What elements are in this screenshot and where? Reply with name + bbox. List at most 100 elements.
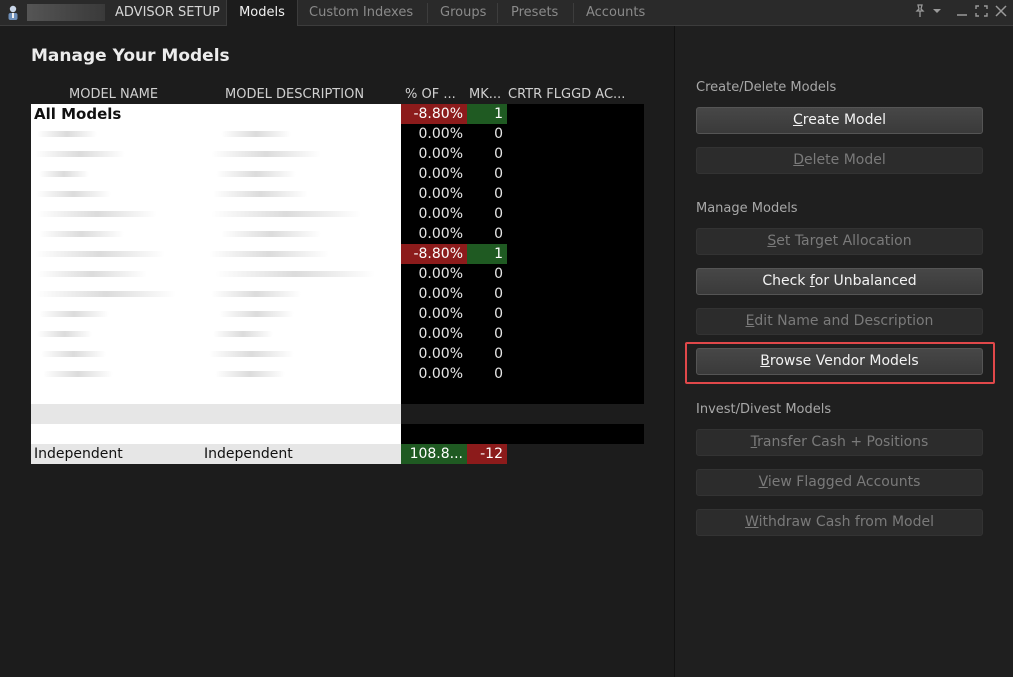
table-row[interactable]: 0.00% 0 [31, 264, 644, 284]
mnemonic: C [792, 112, 803, 128]
tab-models[interactable]: Models [226, 0, 298, 26]
pct-cell: -8.80% [401, 244, 467, 264]
table-row[interactable]: 0.00% 0 [31, 204, 644, 224]
mnemonic: B [760, 353, 770, 369]
button-label: ithdraw Cash from Model [758, 514, 934, 530]
mkt-cell: 0 [467, 144, 507, 164]
table-row-independent[interactable]: Independent Independent 108.8... -12 [31, 444, 644, 464]
rest-cell [507, 224, 644, 244]
button-label: et Target Allocation [776, 233, 912, 249]
pct-cell: 0.00% [401, 324, 467, 344]
create-model-button[interactable]: Create Model [696, 107, 983, 134]
table-row[interactable]: 0.00% 0 [31, 324, 644, 344]
table-row-empty [31, 404, 644, 424]
tab-presets[interactable]: Presets [511, 0, 558, 25]
table-row[interactable]: -8.80% 1 [31, 244, 644, 264]
minimize-icon[interactable] [956, 4, 968, 23]
column-header-rest[interactable]: CRTR FLGGD AC... [508, 87, 625, 102]
model-name-cell-redacted [31, 204, 201, 224]
mkt-cell: 1 [467, 104, 507, 124]
button-label: Check [762, 273, 810, 289]
model-description-cell-redacted [201, 284, 401, 304]
model-description-cell-redacted [201, 164, 401, 184]
rest-cell [507, 324, 644, 344]
chevron-down-icon[interactable] [932, 4, 942, 23]
maximize-icon[interactable] [975, 4, 988, 23]
model-name-cell-redacted [31, 304, 201, 324]
model-description-cell-redacted [201, 204, 401, 224]
empty-cell [401, 404, 644, 424]
table-row-all-models[interactable]: All Models -8.80% 1 [31, 104, 644, 124]
section-label-manage: Manage Models [696, 201, 798, 216]
transfer-cash-positions-button[interactable]: Transfer Cash + Positions [696, 429, 983, 456]
tab-custom-indexes[interactable]: Custom Indexes [309, 0, 413, 25]
tab-separator [427, 3, 428, 23]
rest-cell [507, 264, 644, 284]
tab-accounts[interactable]: Accounts [586, 0, 645, 25]
browse-vendor-models-button[interactable]: Browse Vendor Models [696, 348, 983, 375]
section-label-invest-divest: Invest/Divest Models [696, 402, 832, 417]
edit-name-description-button[interactable]: Edit Name and Description [696, 308, 983, 335]
model-description-cell-redacted [201, 244, 401, 264]
pct-cell: 0.00% [401, 284, 467, 304]
advisor-icon [8, 5, 18, 20]
mkt-cell: 0 [467, 264, 507, 284]
table-row[interactable]: 0.00% 0 [31, 184, 644, 204]
table-row[interactable]: 0.00% 0 [31, 304, 644, 324]
rest-cell [507, 204, 644, 224]
table-row[interactable]: 0.00% 0 [31, 164, 644, 184]
account-selector[interactable] [27, 4, 105, 21]
models-panel: Manage Your Models MODEL NAME MODEL DESC… [0, 26, 674, 677]
view-flagged-accounts-button[interactable]: View Flagged Accounts [696, 469, 983, 496]
mkt-cell: 0 [467, 224, 507, 244]
table-row[interactable]: 0.00% 0 [31, 284, 644, 304]
rest-cell [507, 124, 644, 144]
rest-cell [507, 104, 644, 124]
pct-cell: 0.00% [401, 204, 467, 224]
model-name-cell-redacted [31, 344, 201, 364]
mnemonic: V [758, 474, 768, 490]
mkt-cell: 0 [467, 124, 507, 144]
tab-groups[interactable]: Groups [440, 0, 486, 25]
section-label-create-delete: Create/Delete Models [696, 80, 837, 95]
empty-cell [31, 404, 401, 424]
model-name-cell-redacted [31, 264, 201, 284]
table-row[interactable]: 0.00% 0 [31, 144, 644, 164]
models-table: All Models -8.80% 1 0.00% 0 0.00% 0 0.00… [31, 104, 644, 464]
column-header-model-name[interactable]: MODEL NAME [69, 87, 158, 102]
button-label: dit Name and Description [754, 313, 934, 329]
column-header-pct[interactable]: % OF ... [405, 87, 456, 102]
table-row[interactable]: 0.00% 0 [31, 344, 644, 364]
table-row[interactable]: 0.00% 0 [31, 124, 644, 144]
table-row[interactable]: 0.00% 0 [31, 364, 644, 384]
table-row[interactable]: 0.00% 0 [31, 224, 644, 244]
pct-cell: -8.80% [401, 104, 467, 124]
check-for-unbalanced-button[interactable]: Check for Unbalanced [696, 268, 983, 295]
model-description-cell: Independent [201, 444, 401, 464]
model-description-cell-redacted [201, 344, 401, 364]
model-name-cell-redacted [31, 144, 201, 164]
delete-model-button[interactable]: Delete Model [696, 147, 983, 174]
rest-cell [507, 244, 644, 264]
mkt-cell: 1 [467, 244, 507, 264]
rest-cell [507, 344, 644, 364]
button-label: or Unbalanced [814, 273, 917, 289]
page-title: Manage Your Models [31, 46, 230, 66]
table-row-empty [31, 384, 644, 404]
mkt-cell: 0 [467, 164, 507, 184]
model-description-cell-redacted [201, 324, 401, 344]
rest-cell [507, 144, 644, 164]
column-header-mkt[interactable]: MK... [469, 87, 501, 102]
model-name-cell: All Models [31, 104, 201, 124]
tab-advisor-setup[interactable]: ADVISOR SETUP [115, 0, 220, 25]
pct-cell: 108.8... [401, 444, 467, 464]
column-header-model-description[interactable]: MODEL DESCRIPTION [225, 87, 364, 102]
mnemonic: W [745, 514, 759, 530]
pct-cell: 0.00% [401, 184, 467, 204]
set-target-allocation-button[interactable]: Set Target Allocation [696, 228, 983, 255]
pin-icon[interactable] [914, 4, 926, 23]
tab-bar: ADVISOR SETUP Models Custom Indexes Grou… [0, 0, 1013, 26]
close-icon[interactable] [995, 4, 1007, 23]
mkt-cell: -12 [467, 444, 507, 464]
withdraw-cash-button[interactable]: Withdraw Cash from Model [696, 509, 983, 536]
